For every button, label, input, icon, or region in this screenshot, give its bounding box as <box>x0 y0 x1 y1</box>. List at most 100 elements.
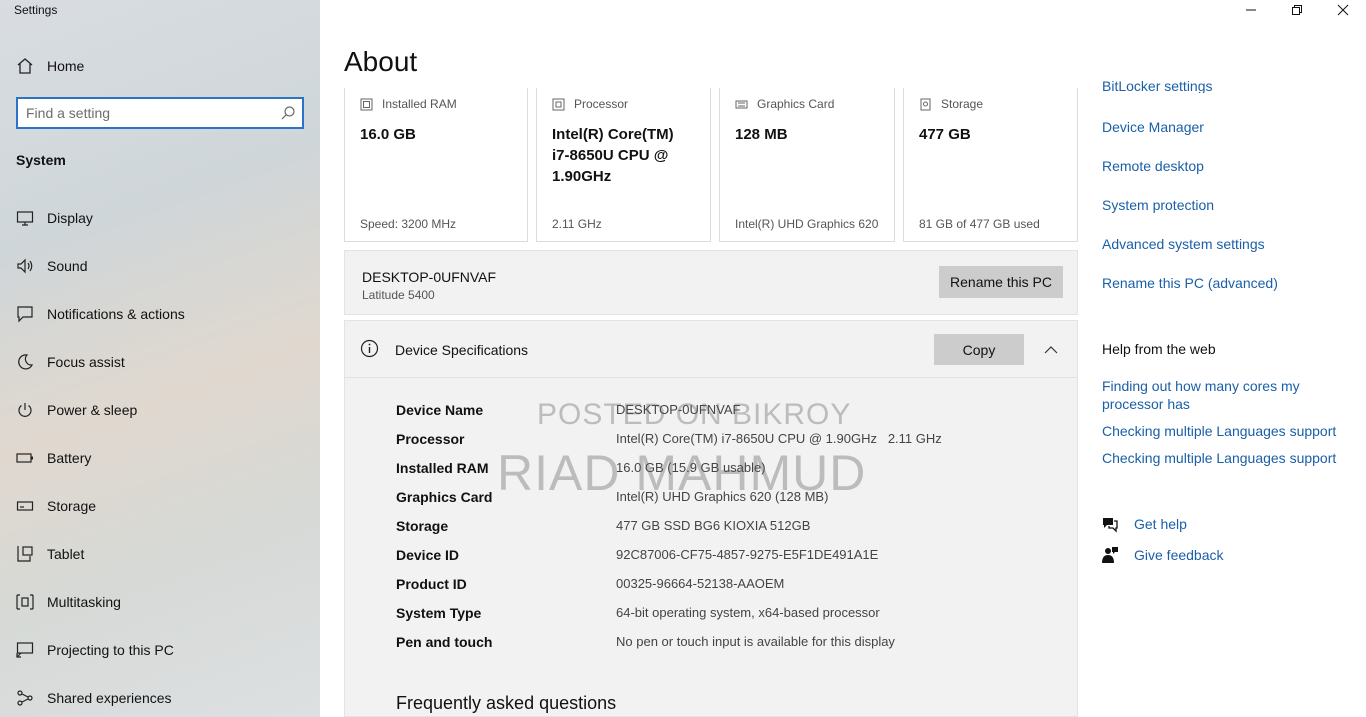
shared-experiences-icon <box>16 689 34 707</box>
sidebar-item-multitasking[interactable]: Multitasking <box>0 582 320 622</box>
spec-row-system-type: System Type 64-bit operating system, x64… <box>396 605 1056 625</box>
sidebar-item-power-sleep[interactable]: Power & sleep <box>0 390 320 430</box>
spec-row-pen-and-touch: Pen and touch No pen or touch input is a… <box>396 634 1056 654</box>
card-value: 128 MB <box>735 126 788 143</box>
installed-ram-card: Installed RAM 16.0 GB Speed: 3200 MHz <box>344 88 528 242</box>
spec-value: 00325-96664-52138-AAOEM <box>616 576 785 591</box>
copy-button[interactable]: Copy <box>934 334 1024 365</box>
spec-key: System Type <box>396 605 482 621</box>
get-help-label: Get help <box>1134 516 1187 532</box>
spec-key: Device Name <box>396 402 484 418</box>
storage-icon <box>16 497 34 515</box>
spec-value: DESKTOP-0UFNVAF <box>616 402 741 417</box>
system-protection-link[interactable]: System protection <box>1102 196 1214 214</box>
restore-button[interactable] <box>1274 0 1320 20</box>
card-sub: 81 GB of 477 GB used <box>919 217 1040 231</box>
sidebar-item-label: Battery <box>47 450 92 466</box>
sidebar-item-label: Display <box>47 210 93 226</box>
sidebar-item-notifications[interactable]: Notifications & actions <box>0 294 320 334</box>
home-label: Home <box>47 58 85 74</box>
rename-pc-advanced-link[interactable]: Rename this PC (advanced) <box>1102 274 1278 292</box>
card-label: Installed RAM <box>382 97 457 111</box>
device-specifications-header[interactable]: Device Specifications Copy <box>345 321 1077 378</box>
spec-row-device-id: Device ID 92C87006-CF75-4857-9275-E5F1DE… <box>396 547 1056 567</box>
page-title: About <box>344 46 418 77</box>
card-value: 16.0 GB <box>360 126 416 143</box>
sidebar-item-battery[interactable]: Battery <box>0 438 320 478</box>
get-help-link[interactable]: Get help <box>1100 514 1187 534</box>
link-label: BitLocker settings <box>1102 80 1213 93</box>
search-box[interactable] <box>16 97 304 129</box>
bitlocker-settings-link[interactable]: BitLocker settings <box>1102 80 1213 93</box>
card-label: Processor <box>574 97 629 111</box>
spec-key: Pen and touch <box>396 634 493 650</box>
spec-row-storage: Storage 477 GB SSD BG6 KIOXIA 512GB <box>396 518 1056 538</box>
notifications-icon <box>16 305 34 323</box>
spec-key: Storage <box>396 518 449 534</box>
device-manager-link[interactable]: Device Manager <box>1102 118 1204 136</box>
sidebar-item-shared-experiences[interactable]: Shared experiences <box>0 678 320 717</box>
pc-name-panel: DESKTOP-0UFNVAF Latitude 5400 Rename thi… <box>344 250 1078 315</box>
close-button[interactable] <box>1320 0 1366 20</box>
help-link-cores[interactable]: Finding out how many cores my processor … <box>1102 377 1332 413</box>
spec-row-graphics-card: Graphics Card Intel(R) UHD Graphics 620 … <box>396 489 1056 509</box>
sidebar-item-sound[interactable]: Sound <box>0 246 320 286</box>
minimize-button[interactable] <box>1228 0 1274 20</box>
minimize-icon <box>1246 9 1256 11</box>
sidebar-item-label: Tablet <box>47 546 85 562</box>
remote-desktop-link[interactable]: Remote desktop <box>1102 157 1204 175</box>
card-value: Intel(R) Core(TM) i7-8650U CPU @ 1.90GHz <box>552 126 674 185</box>
rename-pc-button[interactable]: Rename this PC <box>939 266 1063 298</box>
battery-icon <box>16 449 34 467</box>
sidebar-item-storage[interactable]: Storage <box>0 486 320 526</box>
processor-icon <box>552 98 565 110</box>
help-link-languages[interactable]: Checking multiple Languages support <box>1102 422 1336 440</box>
system-section-heading: System <box>16 152 66 168</box>
sidebar-item-label: Sound <box>47 258 88 274</box>
spec-row-processor: Processor Intel(R) Core(TM) i7-8650U CPU… <box>396 431 1056 451</box>
device-specifications-panel: Device Specifications Copy Device Name D… <box>344 320 1078 717</box>
window-title: Settings <box>14 3 58 17</box>
card-sub: 2.11 GHz <box>552 217 602 231</box>
spec-value: 92C87006-CF75-4857-9275-E5F1DE491A1E <box>616 547 879 562</box>
advanced-system-settings-link[interactable]: Advanced system settings <box>1102 235 1265 253</box>
sidebar-item-tablet[interactable]: Tablet <box>0 534 320 574</box>
help-from-web-heading: Help from the web <box>1102 341 1216 357</box>
sidebar-item-projecting[interactable]: Projecting to this PC <box>0 630 320 670</box>
give-feedback-link[interactable]: Give feedback <box>1100 545 1224 565</box>
search-input[interactable] <box>26 104 276 122</box>
sidebar: Settings Home System Display Sound Notif… <box>0 0 320 717</box>
faq-heading: Frequently asked questions <box>396 693 617 713</box>
spec-key: Product ID <box>396 576 467 592</box>
spec-value: 477 GB SSD BG6 KIOXIA 512GB <box>616 518 811 533</box>
info-icon <box>360 339 379 363</box>
device-specifications-title: Device Specifications <box>395 342 529 358</box>
spec-key: Device ID <box>396 547 460 563</box>
get-help-icon <box>1100 514 1120 534</box>
sidebar-item-display[interactable]: Display <box>0 198 320 238</box>
spec-row-installed-ram: Installed RAM 16.0 GB (15.9 GB usable) <box>396 460 1056 480</box>
ram-icon <box>360 98 373 110</box>
sidebar-item-label: Storage <box>47 498 97 514</box>
spec-value: Intel(R) UHD Graphics 620 (128 MB) <box>616 489 829 504</box>
storage-drive-icon <box>920 98 931 110</box>
card-value: 477 GB <box>919 126 971 143</box>
sidebar-item-label: Focus assist <box>47 354 125 370</box>
spec-row-product-id: Product ID 00325-96664-52138-AAOEM <box>396 576 1056 596</box>
tablet-icon <box>16 545 34 563</box>
graphics-card-card: Graphics Card 128 MB Intel(R) UHD Graphi… <box>719 88 895 242</box>
sidebar-item-label: Multitasking <box>47 594 121 610</box>
home-nav-item[interactable]: Home <box>0 46 320 86</box>
home-icon <box>16 57 34 75</box>
sidebar-item-focus-assist[interactable]: Focus assist <box>0 342 320 382</box>
help-link-languages-2[interactable]: Checking multiple Languages support <box>1102 449 1336 467</box>
card-sub: Speed: 3200 MHz <box>360 217 457 231</box>
search-icon[interactable] <box>280 105 296 121</box>
sidebar-item-label: Power & sleep <box>47 402 138 418</box>
chevron-up-icon[interactable] <box>1044 341 1058 359</box>
give-feedback-icon <box>1100 545 1120 565</box>
spec-key: Installed RAM <box>396 460 489 476</box>
focus-assist-icon <box>16 353 34 371</box>
power-icon <box>16 401 34 419</box>
card-sub: Intel(R) UHD Graphics 620 <box>735 217 879 231</box>
